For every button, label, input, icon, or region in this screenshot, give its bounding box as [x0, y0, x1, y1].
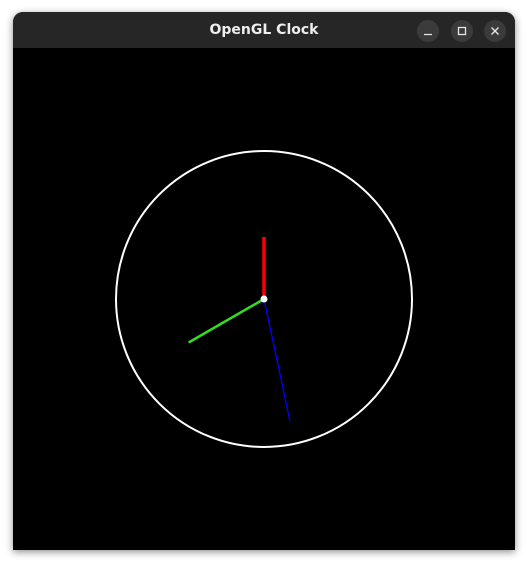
center-pivot	[260, 295, 268, 303]
clock	[115, 150, 413, 448]
maximize-button[interactable]	[451, 20, 473, 42]
second-hand	[263, 298, 291, 421]
title-bar[interactable]: OpenGL Clock	[13, 12, 515, 48]
opengl-canvas[interactable]	[13, 48, 515, 550]
app-window: OpenGL Clock	[13, 12, 515, 550]
maximize-icon	[457, 26, 467, 36]
minimize-icon	[424, 33, 432, 36]
close-icon	[491, 27, 499, 35]
close-button[interactable]	[484, 20, 506, 42]
window-title: OpenGL Clock	[209, 22, 319, 38]
minute-hand	[188, 297, 266, 344]
minimize-button[interactable]	[417, 20, 439, 42]
